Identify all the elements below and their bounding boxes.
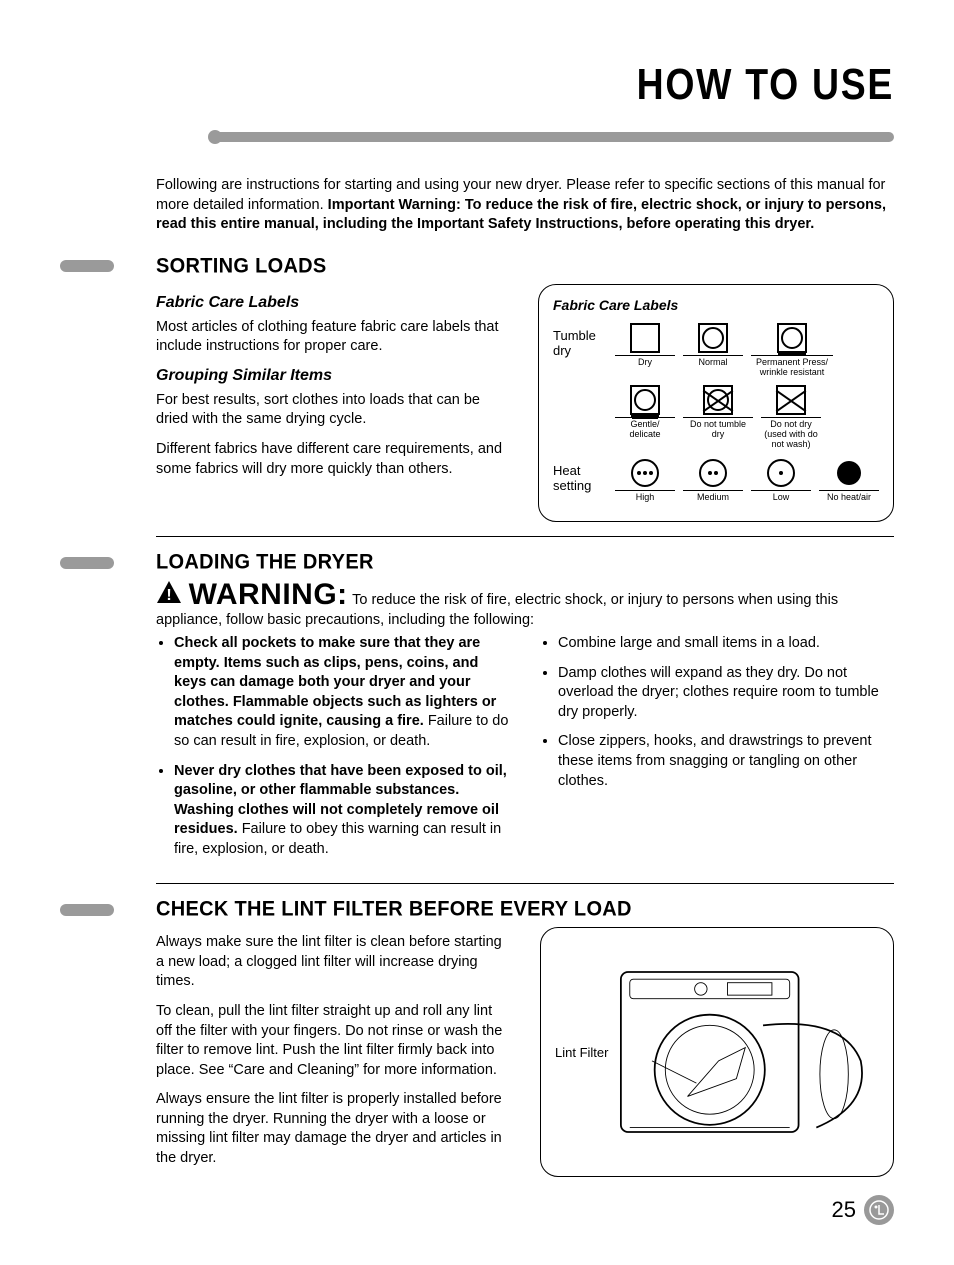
care-cell-no-dry: Do not dry (used with do not wash): [761, 385, 821, 450]
care-cell-normal: Normal: [683, 323, 743, 378]
care-row-label-heat: Heat setting: [553, 458, 605, 494]
lint-filter-right: Lint Filter: [540, 927, 894, 1178]
care-cell-no-tumble: Do not tumble dry: [683, 385, 753, 450]
loading-right-col: Combine large and small items in a load.…: [540, 630, 894, 869]
section-rule-2: [156, 883, 894, 884]
loading-dryer-bullets: Check all pockets to make sure that they…: [156, 630, 894, 869]
section-bullet-icon: [60, 904, 114, 916]
lint-filter-content: Always make sure the lint filter is clea…: [156, 927, 894, 1178]
sorting-loads-content: Fabric Care Labels Most articles of clot…: [156, 284, 894, 522]
care-row-heat: Heat setting High Medium Low: [553, 458, 879, 503]
lint-p2: To clean, pull the lint filter straight …: [156, 1002, 510, 1080]
page-title: HOW TO USE: [185, 60, 894, 110]
section-loading-dryer-title: LOADING THE DRYER: [156, 550, 374, 575]
header-bar: [214, 132, 894, 142]
warning-triangle-icon: !: [156, 583, 189, 610]
grouping-text-2: Different fabrics have different care re…: [156, 440, 508, 479]
care-cell-medium: Medium: [683, 458, 743, 503]
section-loading-dryer-head: LOADING THE DRYER: [60, 551, 894, 574]
fabric-care-labels-heading: Fabric Care Labels: [156, 294, 508, 312]
care-cell-perm-press: Permanent Press/ wrinkle resistant: [751, 323, 833, 378]
lint-filter-left: Always make sure the lint filter is clea…: [156, 927, 510, 1178]
care-row-label-tumble: Tumble dry: [553, 323, 605, 359]
lint-filter-diagram: Lint Filter: [540, 927, 894, 1177]
section-bullet-icon: [60, 557, 114, 569]
care-cell-high: High: [615, 458, 675, 503]
loading-bullet-overload: Damp clothes will expand as they dry. Do…: [558, 664, 894, 723]
care-cell-noheat: No heat/air: [819, 458, 879, 503]
page-number: 25: [832, 1197, 856, 1223]
care-box-title: Fabric Care Labels: [553, 297, 879, 313]
page: HOW TO USE Following are instructions fo…: [0, 0, 954, 1265]
section-sorting-loads-head: SORTING LOADS: [60, 255, 894, 278]
section-lint-filter-head: CHECK THE LINT FILTER BEFORE EVERY LOAD: [60, 898, 894, 921]
grouping-heading: Grouping Similar Items: [156, 367, 508, 385]
grouping-text-1: For best results, sort clothes into load…: [156, 391, 508, 430]
lg-logo-icon: [864, 1195, 894, 1225]
loading-left-col: Check all pockets to make sure that they…: [156, 630, 510, 869]
section-sorting-loads-title: SORTING LOADS: [156, 254, 327, 279]
section-bullet-icon: [60, 260, 114, 272]
svg-text:!: !: [166, 587, 171, 604]
lint-p1: Always make sure the lint filter is clea…: [156, 933, 510, 992]
care-cell-dry: Dry: [615, 323, 675, 378]
fabric-care-labels-text: Most articles of clothing feature fabric…: [156, 318, 508, 357]
section-rule-1: [156, 536, 894, 537]
dryer-illustration-icon: [612, 942, 879, 1162]
loading-bullet-flammable: Never dry clothes that have been exposed…: [174, 762, 510, 860]
warning-label: WARNING:: [189, 578, 348, 611]
loading-dryer-content: ! WARNING: To reduce the risk of fire, e…: [156, 580, 894, 869]
sorting-loads-right: Fabric Care Labels Tumble dry Dry Normal: [538, 284, 894, 522]
intro-paragraph: Following are instructions for starting …: [156, 176, 894, 235]
loading-bullet-pockets: Check all pockets to make sure that they…: [174, 634, 510, 751]
page-footer: 25: [60, 1195, 894, 1225]
loading-bullet-zippers: Close zippers, hooks, and drawstrings to…: [558, 732, 894, 791]
care-row-tumble-dry: Tumble dry Dry Normal Permanent Press: [553, 323, 879, 450]
care-cell-gentle: Gentle/ delicate: [615, 385, 675, 450]
lint-filter-label: Lint Filter: [555, 1045, 608, 1060]
care-cell-low: Low: [751, 458, 811, 503]
section-lint-filter-title: CHECK THE LINT FILTER BEFORE EVERY LOAD: [156, 897, 632, 922]
sorting-loads-left: Fabric Care Labels Most articles of clot…: [156, 284, 508, 522]
warning-block: ! WARNING: To reduce the risk of fire, e…: [156, 580, 894, 630]
loading-bullet-combine: Combine large and small items in a load.: [558, 634, 894, 654]
fabric-care-labels-box: Fabric Care Labels Tumble dry Dry Normal: [538, 284, 894, 522]
lint-p3: Always ensure the lint filter is properl…: [156, 1090, 510, 1168]
header-rule: [60, 128, 894, 148]
